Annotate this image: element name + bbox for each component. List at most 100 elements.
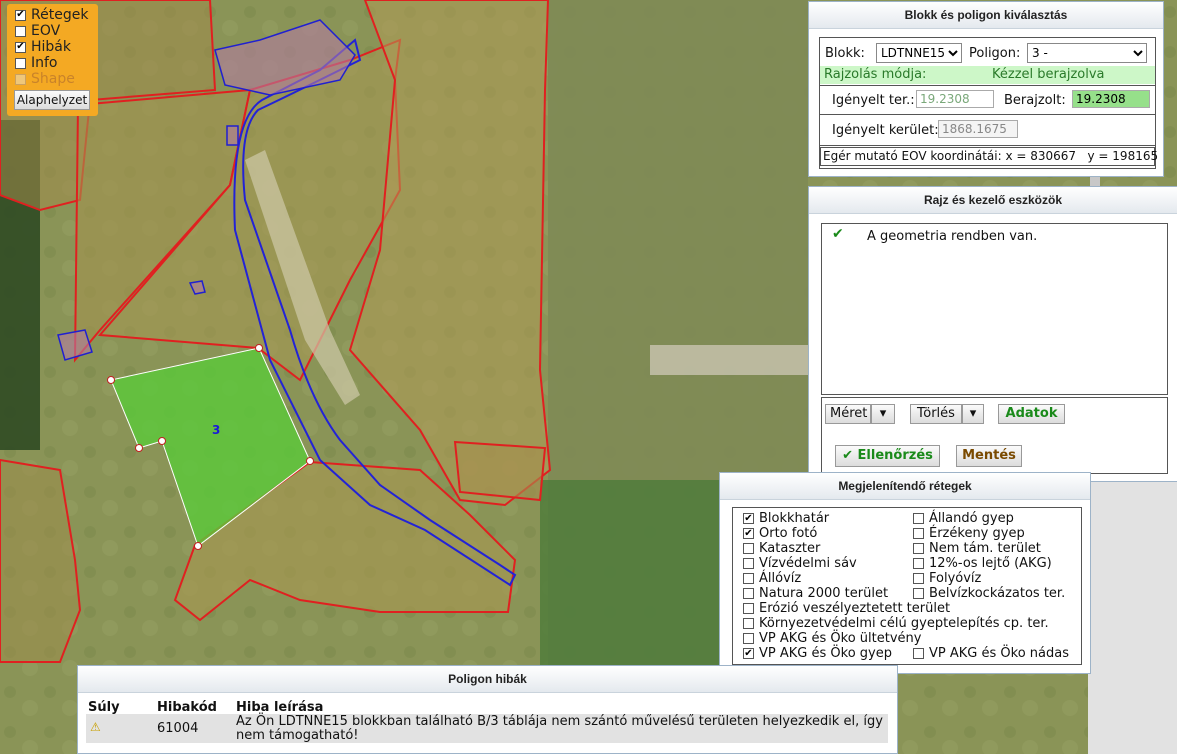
layer-toggle-info[interactable]: Info [15, 55, 58, 71]
check-icon: ✔ [842, 448, 858, 463]
checkbox-label: EOV [31, 23, 61, 39]
layer-vp-akg-nadas[interactable]: VP AKG és Öko nádas [913, 646, 1069, 661]
layer-blokkhatar[interactable]: Blokkhatár [743, 511, 829, 526]
reset-button[interactable]: Alaphelyzet [14, 90, 90, 110]
drawn-area-field[interactable] [1072, 90, 1150, 108]
layer-toggle-panel: Rétegek EOV Hibák Info Shape Alaphelyzet [7, 4, 98, 116]
delete-button[interactable]: Törlés [910, 404, 962, 424]
layer-natura-2000[interactable]: Natura 2000 terület [743, 586, 888, 601]
draw-mode-row: Rajzolás módja: Kézzel berajzolva [820, 66, 1155, 84]
checkbox[interactable] [15, 25, 26, 37]
checkbox-label: Shape [31, 71, 75, 87]
layer-toggle-shape: Shape [15, 71, 75, 87]
checkbox[interactable] [743, 543, 754, 554]
block-polygon-panel: Blokk és poligon kiválasztás Blokk: LDTN… [808, 1, 1164, 177]
check-button-label: Ellenőrzés [857, 448, 933, 463]
checkbox[interactable] [913, 588, 924, 599]
aerial-gray-strip [1088, 480, 1177, 754]
polygon-select[interactable]: 3 - [1027, 43, 1147, 63]
checkbox-label: 12%-os lejtő (AKG) [929, 556, 1052, 571]
checkbox-label: Nem tám. terület [929, 541, 1041, 556]
checkbox-label: Info [31, 55, 58, 71]
checkbox[interactable] [743, 573, 754, 584]
checkbox-label: VP AKG és Öko gyep [759, 646, 892, 661]
divider [820, 85, 1155, 86]
checkbox[interactable] [743, 633, 754, 644]
checkbox-label: Környezetvédelmi célú gyeptelepítés cp. … [759, 616, 1049, 631]
requested-perimeter-field[interactable] [938, 120, 1018, 138]
panel-title: Blokk és poligon kiválasztás [809, 2, 1163, 29]
checkbox-label: Orto fotó [759, 526, 818, 541]
draw-tools-panel: Rajz és kezelő eszközök ✔ A geometria re… [808, 186, 1177, 482]
tool-buttons-area: Méret ▾ Törlés ▾ Adatok ✔ Ellenőrzés Men… [821, 397, 1168, 474]
layer-allando-gyep[interactable]: Állandó gyep [913, 511, 1014, 526]
checkbox[interactable] [15, 9, 26, 21]
layer-toggle-hibak[interactable]: Hibák [15, 39, 71, 55]
data-button[interactable]: Adatok [998, 404, 1065, 424]
block-select[interactable]: LDTNNE15 [876, 43, 962, 63]
delete-dropdown-arrow[interactable]: ▾ [962, 404, 984, 424]
checkbox-label: Állóvíz [759, 571, 802, 586]
checkbox-label: Blokkhatár [759, 511, 830, 526]
checkbox[interactable] [743, 588, 754, 599]
checkbox-label: Vízvédelmi sáv [759, 556, 857, 571]
layer-lejto[interactable]: 12%-os lejtő (AKG) [913, 556, 1052, 571]
aerial-stripe [650, 345, 810, 375]
check-ok-icon: ✔ [832, 226, 844, 242]
layer-kornyezetvedelmi[interactable]: Környezetvédelmi célú gyeptelepítés cp. … [743, 616, 1049, 631]
checkbox[interactable] [913, 543, 924, 554]
checkbox[interactable] [743, 528, 754, 539]
check-button[interactable]: ✔ Ellenőrzés [835, 445, 940, 467]
divider [820, 114, 1155, 115]
layer-vp-akg-gyep[interactable]: VP AKG és Öko gyep [743, 646, 892, 661]
layer-toggle-eov[interactable]: EOV [15, 23, 60, 39]
warning-icon: ⚠ [90, 720, 101, 734]
layer-folyoviz[interactable]: Folyóvíz [913, 571, 981, 586]
column-header-severity: Súly [88, 700, 120, 715]
column-header-description: Hiba leírása [236, 700, 324, 715]
checkbox-label: VP AKG és Öko ültetvény [759, 631, 922, 646]
divider [820, 145, 1155, 146]
requested-area-field[interactable] [916, 90, 994, 108]
save-button[interactable]: Mentés [956, 445, 1022, 467]
drawn-area-label: Berajzolt: [1004, 93, 1066, 108]
size-button[interactable]: Méret [825, 404, 871, 424]
checkbox[interactable] [743, 603, 754, 614]
checkbox[interactable] [913, 573, 924, 584]
block-label: Blokk: [825, 46, 865, 61]
error-code: 61004 [157, 721, 199, 736]
checkbox[interactable] [15, 41, 26, 53]
checkbox-label: Natura 2000 terület [759, 586, 889, 601]
checkbox-label: Kataszter [759, 541, 821, 556]
layer-orto-foto[interactable]: Orto fotó [743, 526, 817, 541]
checkbox[interactable] [913, 558, 924, 569]
layer-erozio[interactable]: Erózió veszélyeztetett terület [743, 601, 950, 616]
checkbox-label: Állandó gyep [929, 511, 1014, 526]
checkbox-label: Érzékeny gyep [929, 526, 1025, 541]
table-row[interactable]: ⚠ 61004 Az Ön LDTNNE15 blokkban találhat… [86, 714, 888, 743]
checkbox-label: Folyóvíz [929, 571, 982, 586]
block-region-right-small [453, 440, 547, 502]
checkbox[interactable] [743, 648, 754, 659]
layer-toggle-retegek[interactable]: Rétegek [15, 7, 88, 23]
panel-title: Rajz és kezelő eszközök [809, 187, 1177, 214]
layer-kataszter[interactable]: Kataszter [743, 541, 820, 556]
checkbox[interactable] [913, 528, 924, 539]
layer-nem-tam-terulet[interactable]: Nem tám. terület [913, 541, 1041, 556]
layer-erzekeny-gyep[interactable]: Érzékeny gyep [913, 526, 1025, 541]
layer-vizvedelmi-sav[interactable]: Vízvédelmi sáv [743, 556, 857, 571]
checkbox-label: Hibák [31, 39, 71, 55]
checkbox[interactable] [913, 513, 924, 524]
polygon-errors-panel: Poligon hibák Súly Hibakód Hiba leírása … [77, 665, 898, 754]
checkbox[interactable] [743, 618, 754, 629]
layer-vp-akg-ultetveny[interactable]: VP AKG és Öko ültetvény [743, 631, 921, 646]
layer-allóviz[interactable]: Állóvíz [743, 571, 801, 586]
layers-checklist: Blokkhatár Orto fotó Kataszter Vízvédelm… [732, 507, 1082, 665]
draw-mode-label: Rajzolás módja: [824, 67, 927, 82]
size-dropdown-arrow[interactable]: ▾ [871, 404, 895, 424]
layer-belviz[interactable]: Belvízkockázatos ter. [913, 586, 1065, 601]
checkbox[interactable] [743, 558, 754, 569]
checkbox[interactable] [15, 57, 26, 69]
checkbox[interactable] [913, 648, 924, 659]
checkbox[interactable] [743, 513, 754, 524]
